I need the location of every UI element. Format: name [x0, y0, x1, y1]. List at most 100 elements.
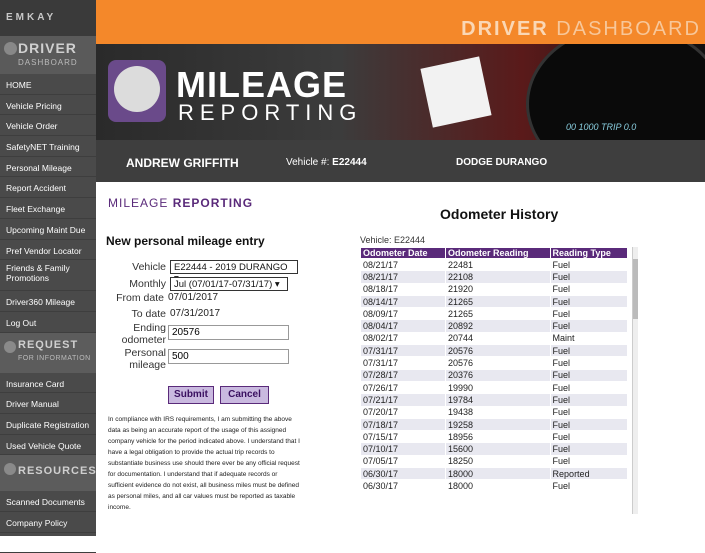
sidebar-item-upcoming-maint-due[interactable]: Upcoming Maint Due	[0, 219, 96, 240]
table-cell: 19990	[445, 380, 551, 395]
table-cell: 20376	[445, 368, 551, 382]
table-cell: 07/20/17	[360, 405, 446, 419]
table-cell: 08/18/17	[360, 282, 446, 296]
table-cell: 07/26/17	[360, 380, 446, 395]
vehicle-label: Vehicle	[132, 261, 166, 273]
pin-icon	[4, 42, 17, 55]
submit-button[interactable]: Submit	[168, 386, 214, 404]
table-cell: 20892	[445, 319, 551, 333]
table-cell: 08/21/17	[360, 257, 446, 272]
table-cell: Fuel	[549, 307, 629, 321]
table-cell: 15600	[445, 442, 551, 456]
driver-dashboard-logo: DRIVER DASHBOARD	[0, 36, 96, 74]
sidebar-item-vehicle-pricing[interactable]: Vehicle Pricing	[0, 95, 96, 116]
dashboard-logo-big: DRIVER	[18, 40, 77, 56]
sidebar-item-insurance-card[interactable]: Insurance Card	[0, 373, 96, 394]
monthly-select[interactable]: Jul (07/01/17-07/31/17) ▾	[170, 277, 288, 291]
main-content: MILEAGE REPORTING New personal mileage e…	[96, 182, 705, 536]
sidebar-item-vehicle-order[interactable]: Vehicle Order	[0, 115, 96, 137]
sidebar-item-home[interactable]: HOME	[0, 74, 96, 95]
banner-subtitle: REPORTING	[178, 100, 363, 125]
table-cell: Fuel	[549, 454, 629, 469]
gauge-icon	[108, 60, 166, 122]
table-cell: Fuel	[549, 380, 629, 395]
table-row: 07/20/17 19438 Fuel	[360, 405, 629, 419]
page-title: MILEAGE REPORTING	[108, 196, 254, 210]
driver-info-bar: ANDREW GRIFFITH Vehicle #: E22444 DODGE …	[96, 140, 705, 182]
table-row: 08/04/17 20892 Fuel	[360, 319, 629, 333]
table-cell: Fuel	[549, 405, 629, 419]
table-cell: 07/31/17	[360, 356, 446, 370]
table-cell: Fuel	[549, 442, 629, 456]
request-info-head: REQUEST FOR INFORMATION	[0, 332, 96, 373]
header-title: DRIVER DASHBOARD	[461, 18, 701, 40]
table-row: 08/09/17 21265 Fuel	[360, 307, 629, 321]
table-row: 07/18/17 19258 Fuel	[360, 417, 629, 432]
odometer-history-table[interactable]: Odometer Date Odometer Reading Reading Typ…	[360, 247, 630, 514]
sidebar-item-driver360-mileage[interactable]: Driver360 Mileage	[0, 291, 96, 312]
table-cell: Fuel	[549, 368, 629, 382]
table-cell: Maint	[549, 331, 629, 346]
table-cell: 21265	[445, 294, 551, 309]
dashboard-logo-small: DASHBOARD	[18, 58, 78, 67]
table-cell: 18250	[445, 454, 551, 469]
personal-mileage-input[interactable]: 500	[168, 349, 289, 364]
table-row: 07/10/17 15600 Fuel	[360, 442, 629, 456]
to-date-label: To date	[131, 308, 166, 320]
cancel-button[interactable]: Cancel	[220, 386, 269, 404]
table-cell: 22481	[445, 257, 551, 272]
table-cell: 21265	[445, 307, 551, 321]
top-header: DRIVER DASHBOARD	[96, 0, 705, 44]
ending-odometer-label: Ending odometer	[121, 322, 166, 346]
sidebar-item-duplicate-registration[interactable]: Duplicate Registration	[0, 414, 96, 435]
emkay-logo: EMKAY	[0, 0, 96, 36]
sidebar-item-friends-family-promotions[interactable]: Friends & Family Promotions	[0, 260, 96, 292]
sidebar-item-driver-manual[interactable]: Driver Manual	[0, 393, 96, 414]
table-row: 07/31/17 20576 Fuel	[360, 344, 629, 358]
sidebar-item-safetynet-training[interactable]: SafetyNET Training	[0, 136, 96, 157]
to-date-value: 07/31/2017	[170, 308, 221, 319]
monthly-label: Monthly	[129, 278, 166, 290]
form-title: New personal mileage entry	[106, 234, 265, 248]
ending-odometer-input[interactable]: 20576	[168, 325, 289, 340]
table-cell: Fuel	[549, 319, 629, 333]
table-row: 08/18/17 21920 Fuel	[360, 282, 629, 296]
resources-head-label: RESOURCES	[18, 465, 97, 478]
table-cell: 20576	[445, 344, 551, 358]
table-cell: 06/30/17	[360, 479, 446, 493]
table-cell: Fuel	[549, 430, 629, 444]
odometer-readout: 00 1000 TRIP 0.0	[566, 122, 637, 132]
table-cell: Reported	[549, 467, 629, 481]
table-cell: 20576	[445, 356, 551, 370]
request-head-label: REQUEST	[18, 338, 79, 351]
table-row: 07/21/17 19784 Fuel	[360, 393, 629, 407]
sidebar-item-log-out[interactable]: Log Out	[0, 312, 96, 333]
table-row: 07/15/17 18956 Fuel	[360, 430, 629, 444]
table-cell: 08/04/17	[360, 319, 446, 333]
vehicle-number: Vehicle #: E22444	[286, 157, 367, 168]
table-cell: Fuel	[549, 282, 629, 296]
table-cell: 08/14/17	[360, 294, 446, 309]
table-cell: 19258	[445, 417, 551, 432]
vehicle-model: DODGE DURANGO	[456, 157, 548, 168]
table-cell: 19438	[445, 405, 551, 419]
table-row: 07/05/17 18250 Fuel	[360, 454, 629, 469]
table-cell: 18956	[445, 430, 551, 444]
scrollbar-thumb[interactable]	[633, 259, 638, 319]
sidebar-item-fleet-exchange[interactable]: Fleet Exchange	[0, 198, 96, 219]
table-cell: Fuel	[549, 479, 629, 493]
sidebar-item-company-policy[interactable]: Company Policy	[0, 512, 96, 533]
sidebar-item-report-accident[interactable]: Report Accident	[0, 177, 96, 199]
table-cell: 21920	[445, 282, 551, 296]
table-scrollbar[interactable]	[632, 247, 638, 514]
gear-icon	[4, 340, 16, 353]
table-cell: Fuel	[549, 257, 629, 272]
table-cell: Fuel	[549, 417, 629, 432]
sidebar-item-used-vehicle-quote[interactable]: Used Vehicle Quote	[0, 435, 96, 456]
sidebar-item-personal-mileage[interactable]: Personal Mileage	[0, 157, 96, 178]
sidebar-item-scanned-documents[interactable]: Scanned Documents	[0, 491, 96, 512]
vehicle-select[interactable]: E22444 - 2019 DURANGO ▾	[170, 260, 298, 284]
notepad-icon	[420, 56, 492, 128]
sidebar-item-pref-vendor-locator[interactable]: Pref Vendor Locator	[0, 240, 96, 261]
irs-compliance-text: In compliance with IRS requirements, I a…	[108, 416, 300, 511]
